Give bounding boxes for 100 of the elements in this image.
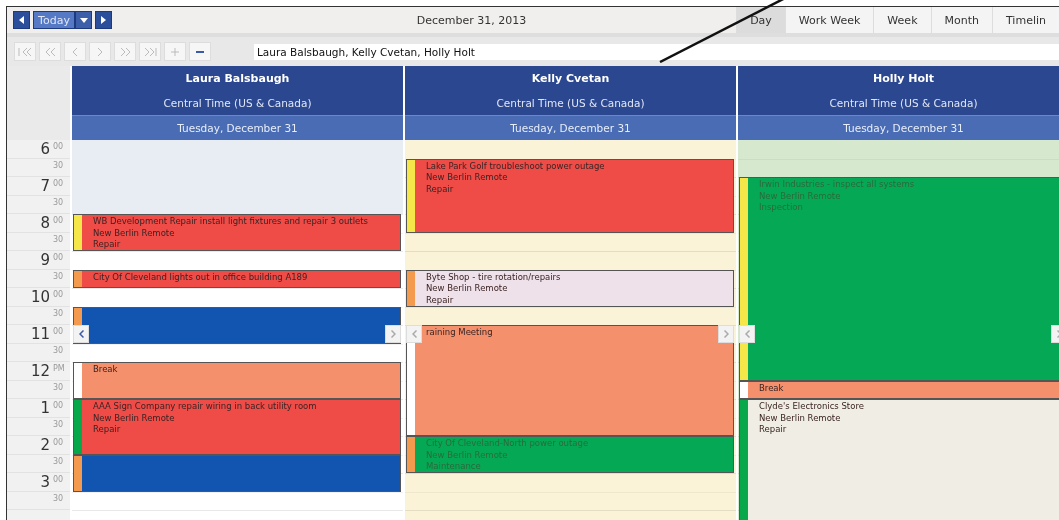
hour-label: 11 [30, 325, 50, 343]
minute-label: 00 [53, 178, 64, 190]
hour-label: 10 [30, 288, 50, 306]
minute-label: 00 [53, 400, 64, 412]
day-header: Tuesday, December 31 [72, 115, 403, 140]
hour-label: 1 [40, 399, 50, 417]
appointment[interactable]: City Of Cleveland lights out in office building A189 [73, 269, 401, 288]
appointment-detail: New Berlin Remote [426, 449, 509, 461]
hour-label: 7 [40, 177, 50, 195]
chevron-left-icon [78, 330, 84, 338]
appointment-title: raining Meeting [426, 327, 493, 339]
right-triangle-icon [101, 16, 106, 24]
appointment-title: City Of Cleveland-North power outage [426, 438, 589, 450]
minute-label: 30 [53, 159, 64, 172]
appointment[interactable] [73, 306, 401, 344]
minute-label: 30 [53, 492, 64, 505]
hour-label: 9 [40, 251, 50, 269]
caret-icon [79, 17, 88, 23]
minute-label: 30 [53, 418, 64, 431]
forward-icon [97, 47, 103, 56]
appointment[interactable]: Lake Park Golf troubleshoot power outage New Berlin Remote Repair [406, 158, 734, 233]
fast-forward-icon [119, 47, 131, 56]
minute-label: 30 [53, 196, 64, 209]
view-tab[interactable]: Work Week [784, 7, 874, 33]
chevron-left-icon [411, 330, 417, 338]
first-page-icon [18, 47, 32, 56]
appointment-detail: New Berlin Remote [759, 412, 842, 424]
next-appointment-button[interactable] [718, 325, 734, 343]
appointment-detail: Repair [93, 239, 122, 251]
chevron-right-icon [390, 330, 396, 338]
time-zone: Central Time (US & Canada) [495, 96, 646, 111]
last-page-button[interactable] [139, 42, 161, 61]
minute-label: 00 [53, 326, 64, 338]
appointment-title: City Of Cleveland lights out in office building A189 [93, 271, 308, 283]
resource-field[interactable]: Laura Balsbaugh, Kelly Cvetan, Holly Holt [254, 43, 1059, 60]
first-page-button[interactable] [14, 42, 36, 61]
next-button[interactable] [95, 11, 112, 29]
minute-label: 30 [53, 270, 64, 283]
dropdown-button[interactable] [75, 11, 92, 29]
hour-label: 3 [40, 473, 50, 491]
appointment[interactable]: Break [73, 362, 401, 399]
minute-label: 00 [53, 289, 64, 301]
previous-appointment-button[interactable] [73, 325, 89, 343]
minus-icon [196, 50, 204, 53]
resource-name: Laura Balsbaugh [184, 71, 291, 87]
appointment-title: Lake Park Golf troubleshoot power outage [426, 160, 605, 172]
minute-label: 30 [53, 381, 64, 394]
appointment-title: Byte Shop - tire rotation/repairs [426, 271, 561, 283]
chevron-left-icon [744, 330, 750, 338]
appointment[interactable]: Byte Shop - tire rotation/repairs New Berlin Remote Repair [406, 269, 734, 307]
today-button[interactable]: Today [33, 11, 75, 29]
minute-label: 00 [53, 215, 64, 227]
chevron-right-icon [723, 330, 729, 338]
appointment-detail: New Berlin Remote [93, 412, 176, 424]
fast-back-button[interactable] [39, 42, 61, 61]
hour-label: 6 [40, 140, 50, 158]
appointment-title: Clyde's Electronics Store [759, 401, 864, 413]
hour-label: 2 [40, 436, 50, 454]
resource-name: Kelly Cvetan [530, 71, 611, 87]
appointment-detail: Repair [759, 424, 788, 436]
fast-back-icon [44, 47, 56, 56]
view-tab[interactable]: Month [930, 7, 992, 33]
left-triangle-icon [19, 16, 24, 24]
hour-label: 8 [40, 214, 50, 232]
time-zone: Central Time (US & Canada) [162, 96, 313, 111]
plus-icon [171, 47, 179, 56]
view-tab[interactable]: Day [736, 7, 785, 33]
current-date: December 31, 2013 [416, 13, 527, 27]
day-header: Tuesday, December 31 [738, 115, 1059, 140]
appointment-detail: Repair [426, 294, 455, 306]
view-tab[interactable]: Timelin [992, 7, 1059, 33]
appointment[interactable] [73, 454, 401, 492]
minute-label: 00 [53, 474, 64, 486]
appointment-detail: Maintenance [426, 461, 482, 473]
minute-label: 00 [53, 437, 64, 449]
minute-label: 30 [53, 455, 64, 468]
appointment-detail: Repair [426, 183, 455, 195]
back-button[interactable] [64, 42, 86, 61]
appointment[interactable]: AAA Sign Company repair wiring in back utility room New Berlin Remote Repair [73, 399, 401, 455]
appointment-detail: New Berlin Remote [93, 227, 176, 239]
previous-button[interactable] [13, 11, 30, 29]
back-icon [72, 47, 78, 56]
day-header: Tuesday, December 31 [405, 115, 736, 140]
fast-forward-button[interactable] [114, 42, 136, 61]
minus-button[interactable] [189, 42, 211, 61]
previous-appointment-button[interactable] [739, 325, 755, 343]
appointment[interactable]: raining Meeting [406, 325, 734, 436]
minute-label: PM [53, 363, 64, 375]
view-tab[interactable]: Week [873, 7, 931, 33]
appointment-detail: Inspection [759, 202, 804, 214]
forward-button[interactable] [89, 42, 111, 61]
appointment[interactable]: WB Development Repair install light fixtures and repair 3 outlets New Berlin Remote Repair [73, 214, 401, 251]
minute-label: 30 [53, 344, 64, 357]
appointment-detail: New Berlin Remote [759, 190, 842, 202]
minute-label: 00 [53, 141, 64, 153]
time-zone: Central Time (US & Canada) [828, 96, 979, 111]
previous-appointment-button[interactable] [406, 325, 422, 343]
appointment[interactable]: Clyde's Electronics Store New Berlin Remote Repair [739, 399, 1059, 520]
minute-label: 30 [53, 307, 64, 320]
next-appointment-button[interactable] [385, 325, 401, 343]
